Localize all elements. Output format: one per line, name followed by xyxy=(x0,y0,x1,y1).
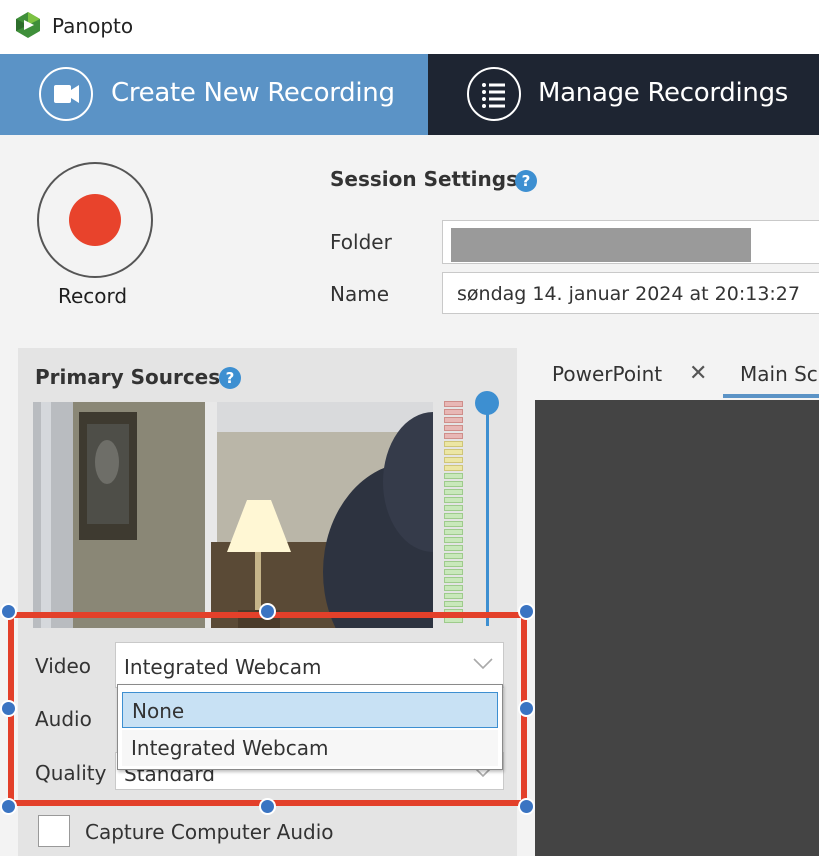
audio-level-segment xyxy=(444,529,463,535)
volume-slider-handle[interactable] xyxy=(475,391,499,415)
tab-manage-recordings[interactable]: Manage Recordings xyxy=(428,54,819,135)
main-screen-preview xyxy=(535,400,819,856)
source-tabs: PowerPoint ✕ Main Sc xyxy=(535,348,819,400)
folder-field[interactable] xyxy=(442,220,819,264)
tab-create-label: Create New Recording xyxy=(111,78,395,108)
selected-tab-indicator xyxy=(723,394,819,398)
audio-level-segment xyxy=(444,473,463,479)
audio-level-segment xyxy=(444,545,463,551)
audio-level-segment xyxy=(444,441,463,447)
highlight-annotation-box xyxy=(8,612,527,806)
tab-manage-label: Manage Recordings xyxy=(538,78,789,108)
record-label: Record xyxy=(58,284,128,308)
primary-sources-title: Primary Sources xyxy=(35,365,221,389)
audio-level-segment xyxy=(444,457,463,463)
name-label: Name xyxy=(330,282,390,306)
app-title: Panopto xyxy=(52,14,134,38)
webcam-preview xyxy=(33,402,433,628)
audio-level-segment xyxy=(444,465,463,471)
audio-level-segment xyxy=(444,585,463,591)
audio-level-segment xyxy=(444,577,463,583)
capture-computer-audio-checkbox[interactable] xyxy=(38,815,70,847)
resize-handle-top-left[interactable] xyxy=(0,603,17,620)
main-nav: Create New Recording Manage Recordings xyxy=(0,54,819,135)
primary-sources-help-icon[interactable]: ? xyxy=(219,367,241,389)
resize-handle-bottom-middle[interactable] xyxy=(259,798,276,815)
volume-slider-track[interactable] xyxy=(486,404,489,626)
tab-create-new-recording[interactable]: Create New Recording xyxy=(0,54,428,135)
audio-level-segment xyxy=(444,425,463,431)
audio-level-segment xyxy=(444,601,463,607)
resize-handle-top-middle[interactable] xyxy=(259,603,276,620)
title-bar: Panopto xyxy=(0,0,819,54)
folder-redacted-value xyxy=(451,228,751,262)
audio-level-segment xyxy=(444,417,463,423)
session-settings-title: Session Settings xyxy=(330,167,518,191)
audio-level-segment xyxy=(444,553,463,559)
audio-level-segment xyxy=(444,489,463,495)
audio-level-meter xyxy=(444,401,465,627)
folder-label: Folder xyxy=(330,230,392,254)
name-field[interactable]: søndag 14. januar 2024 at 20:13:27 xyxy=(442,272,819,314)
resize-handle-middle-left[interactable] xyxy=(0,700,17,717)
audio-level-segment xyxy=(444,401,463,407)
session-settings-help-icon[interactable]: ? xyxy=(515,170,537,192)
panopto-logo-icon xyxy=(16,12,40,38)
audio-level-segment xyxy=(444,433,463,439)
capture-computer-audio-label: Capture Computer Audio xyxy=(85,820,334,844)
resize-handle-bottom-right[interactable] xyxy=(518,798,535,815)
record-button[interactable] xyxy=(37,162,153,278)
record-dot-icon xyxy=(69,194,121,246)
tab-main-screen-label: Main Sc xyxy=(740,362,818,386)
audio-level-segment xyxy=(444,593,463,599)
audio-level-segment xyxy=(444,409,463,415)
resize-handle-middle-right[interactable] xyxy=(518,700,535,717)
resize-handle-bottom-left[interactable] xyxy=(0,798,17,815)
audio-level-segment xyxy=(444,569,463,575)
name-value: søndag 14. januar 2024 at 20:13:27 xyxy=(457,283,800,305)
tab-main-screen[interactable]: Main Sc xyxy=(723,348,819,400)
audio-level-segment xyxy=(444,537,463,543)
audio-level-segment xyxy=(444,505,463,511)
audio-level-segment xyxy=(444,513,463,519)
audio-level-segment xyxy=(444,481,463,487)
audio-level-segment xyxy=(444,449,463,455)
resize-handle-top-right[interactable] xyxy=(518,603,535,620)
audio-level-segment xyxy=(444,497,463,503)
list-icon xyxy=(467,67,521,121)
video-camera-icon xyxy=(39,67,93,121)
tab-powerpoint-label[interactable]: PowerPoint xyxy=(552,362,662,386)
audio-level-segment xyxy=(444,561,463,567)
audio-level-segment xyxy=(444,521,463,527)
close-icon[interactable]: ✕ xyxy=(689,361,707,386)
